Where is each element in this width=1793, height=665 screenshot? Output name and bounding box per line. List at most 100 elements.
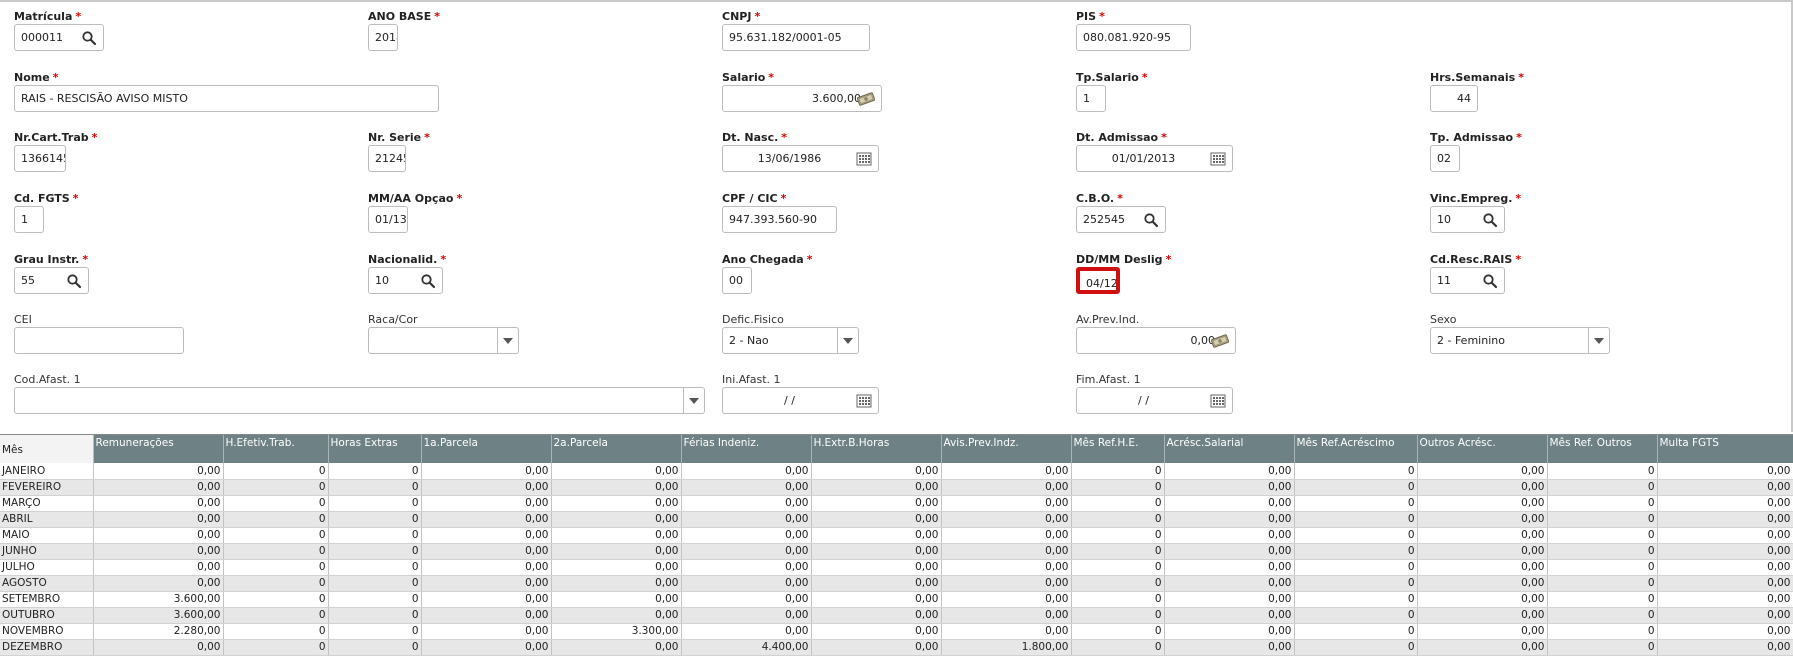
value-cell[interactable]: 0,00 <box>421 607 552 624</box>
value-cell[interactable]: 0,00 <box>1164 575 1295 592</box>
sexo-select[interactable]: 2 - Feminino <box>1430 327 1610 354</box>
value-cell[interactable]: 0,00 <box>1417 511 1548 528</box>
value-cell[interactable]: 0,00 <box>1657 511 1793 528</box>
value-cell[interactable]: 0 <box>328 511 422 528</box>
value-cell[interactable]: 0 <box>1071 575 1165 592</box>
table-row[interactable]: JANEIRO 0,00 0 0 0,00 0,00 0,00 0,00 0,00 0 0,00 0 0… <box>0 463 1793 480</box>
table-row[interactable]: JULHO 0,00 0 0 0,00 0,00 0,00 0,00 0,00 0 0,00 0 0,0… <box>0 559 1793 576</box>
value-cell[interactable]: 0 <box>1294 527 1418 544</box>
value-cell[interactable]: 0 <box>1547 479 1658 496</box>
value-cell[interactable]: 0 <box>223 575 329 592</box>
column-header[interactable]: Horas Extras <box>328 435 422 463</box>
value-cell[interactable]: 0 <box>328 591 422 608</box>
tp-admissao-input[interactable]: 02 <box>1430 145 1460 172</box>
value-cell[interactable]: 0 <box>1071 559 1165 576</box>
value-cell[interactable]: 0 <box>223 527 329 544</box>
value-cell[interactable]: 0,00 <box>811 623 942 640</box>
value-cell[interactable]: 0,00 <box>811 495 942 512</box>
value-cell[interactable]: 0 <box>1294 543 1418 560</box>
value-cell[interactable]: 3.600,00 <box>93 607 224 624</box>
value-cell[interactable]: 0,00 <box>681 543 812 560</box>
raca-cor-select[interactable] <box>368 327 519 354</box>
column-header[interactable]: H.Extr.B.Horas <box>811 435 942 463</box>
column-header[interactable]: H.Efetiv.Trab. <box>223 435 329 463</box>
value-cell[interactable]: 0 <box>1547 575 1658 592</box>
value-cell[interactable]: 0,00 <box>421 543 552 560</box>
value-cell[interactable]: 0 <box>223 639 329 656</box>
search-icon[interactable] <box>1143 212 1159 228</box>
value-cell[interactable]: 0 <box>1294 495 1418 512</box>
value-cell[interactable]: 0 <box>328 463 422 480</box>
value-cell[interactable]: 0,00 <box>93 559 224 576</box>
value-cell[interactable]: 0,00 <box>681 623 812 640</box>
value-cell[interactable]: 0,00 <box>941 623 1072 640</box>
value-cell[interactable]: 0 <box>328 527 422 544</box>
value-cell[interactable]: 0,00 <box>551 607 682 624</box>
value-cell[interactable]: 0,00 <box>1657 543 1793 560</box>
value-cell[interactable]: 0,00 <box>551 575 682 592</box>
value-cell[interactable]: 0 <box>223 511 329 528</box>
dt-admissao-input[interactable]: 01/01/2013 <box>1076 145 1233 172</box>
value-cell[interactable]: 0,00 <box>1657 639 1793 656</box>
value-cell[interactable]: 0,00 <box>551 479 682 496</box>
value-cell[interactable]: 0,00 <box>941 559 1072 576</box>
value-cell[interactable]: 0 <box>328 479 422 496</box>
value-cell[interactable]: 0,00 <box>1164 479 1295 496</box>
value-cell[interactable]: 0,00 <box>1657 495 1793 512</box>
value-cell[interactable]: 0,00 <box>421 479 552 496</box>
value-cell[interactable]: 0,00 <box>941 527 1072 544</box>
value-cell[interactable]: 0,00 <box>1657 479 1793 496</box>
value-cell[interactable]: 0 <box>328 559 422 576</box>
value-cell[interactable]: 0,00 <box>421 511 552 528</box>
column-header[interactable]: Multa FGTS <box>1657 435 1793 463</box>
nome-input[interactable]: RAIS - RESCISÃO AVISO MISTO <box>14 85 439 112</box>
value-cell[interactable]: 0,00 <box>551 639 682 656</box>
value-cell[interactable]: 0 <box>1071 511 1165 528</box>
value-cell[interactable]: 0 <box>1547 463 1658 480</box>
value-cell[interactable]: 0 <box>223 463 329 480</box>
value-cell[interactable]: 0,00 <box>551 463 682 480</box>
value-cell[interactable]: 0,00 <box>1164 543 1295 560</box>
value-cell[interactable]: 0 <box>223 623 329 640</box>
value-cell[interactable]: 2.280,00 <box>93 623 224 640</box>
fim-afast-1-input[interactable]: / / <box>1076 387 1233 414</box>
value-cell[interactable]: 0,00 <box>811 463 942 480</box>
value-cell[interactable]: 1.800,00 <box>941 639 1072 656</box>
value-cell[interactable]: 0,00 <box>681 511 812 528</box>
value-cell[interactable]: 0,00 <box>811 559 942 576</box>
value-cell[interactable]: 0,00 <box>551 495 682 512</box>
value-cell[interactable]: 0 <box>1294 575 1418 592</box>
value-cell[interactable]: 3.600,00 <box>93 591 224 608</box>
value-cell[interactable]: 0,00 <box>941 463 1072 480</box>
column-header[interactable]: 2a.Parcela <box>551 435 682 463</box>
value-cell[interactable]: 0 <box>328 495 422 512</box>
search-icon[interactable] <box>66 273 82 289</box>
search-icon[interactable] <box>1482 212 1498 228</box>
value-cell[interactable]: 0 <box>223 495 329 512</box>
value-cell[interactable]: 0,00 <box>1164 639 1295 656</box>
column-header[interactable]: Acrésc.Salarial <box>1164 435 1295 463</box>
table-row[interactable]: MAIO 0,00 0 0 0,00 0,00 0,00 0,00 0,00 0 0,00 0 0,00… <box>0 527 1793 544</box>
nr-cart-trab-input[interactable]: 1366145 <box>14 145 66 172</box>
chevron-down-icon[interactable] <box>837 328 858 353</box>
value-cell[interactable]: 0,00 <box>1417 591 1548 608</box>
value-cell[interactable]: 0,00 <box>1657 591 1793 608</box>
value-cell[interactable]: 0 <box>1071 463 1165 480</box>
value-cell[interactable]: 0,00 <box>941 543 1072 560</box>
table-row[interactable]: NOVEMBRO 2.280,00 0 0 0,00 3.300,00 0,00 0,00 0,… <box>0 623 1793 640</box>
value-cell[interactable]: 0,00 <box>1417 559 1548 576</box>
value-cell[interactable]: 0 <box>328 607 422 624</box>
value-cell[interactable]: 0,00 <box>421 527 552 544</box>
value-cell[interactable]: 0 <box>328 543 422 560</box>
value-cell[interactable]: 0,00 <box>421 591 552 608</box>
money-icon[interactable] <box>1211 333 1229 349</box>
value-cell[interactable]: 0 <box>1071 543 1165 560</box>
value-cell[interactable]: 0,00 <box>93 575 224 592</box>
column-header[interactable]: Mês Ref.Acréscimo <box>1294 435 1418 463</box>
column-header[interactable]: 1a.Parcela <box>421 435 552 463</box>
table-row[interactable]: ABRIL 0,00 0 0 0,00 0,00 0,00 0,00 0,00 0 0,00 0 0,0… <box>0 511 1793 528</box>
value-cell[interactable]: 0 <box>1071 591 1165 608</box>
value-cell[interactable]: 0,00 <box>811 543 942 560</box>
value-cell[interactable]: 0 <box>1071 607 1165 624</box>
value-cell[interactable]: 0,00 <box>811 575 942 592</box>
